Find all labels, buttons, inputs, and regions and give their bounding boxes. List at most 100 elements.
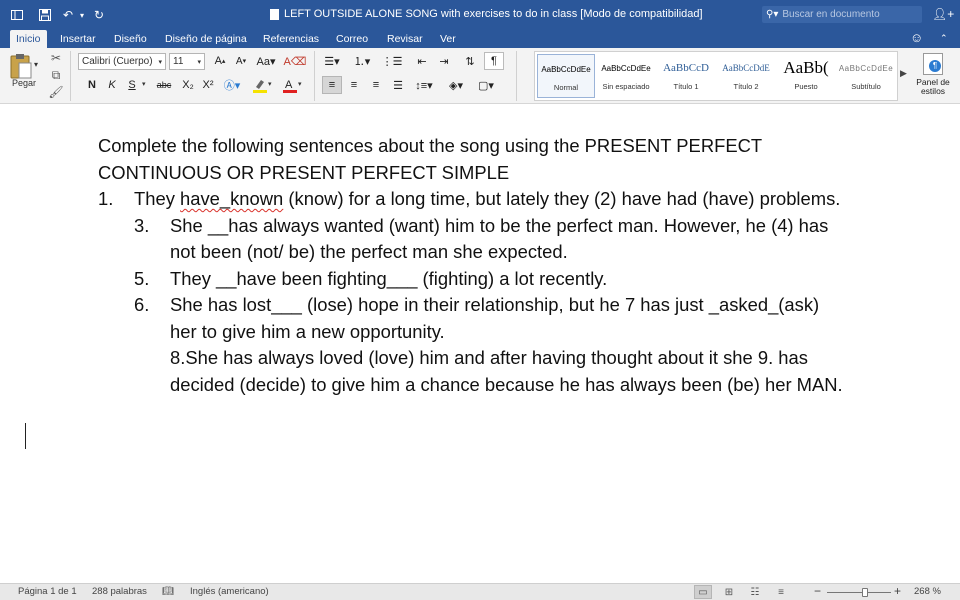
style-name: Subtítulo [851, 82, 881, 91]
font-name-select[interactable]: Calibri (Cuerpo) ▾ [78, 53, 166, 70]
save-icon[interactable] [38, 5, 52, 25]
language-indicator[interactable]: Inglés (americano) [190, 586, 269, 597]
increase-indent-icon[interactable]: ⇥ [434, 52, 454, 70]
highlight-color-icon[interactable] [250, 76, 270, 94]
list-item: 6. She has lost___ (lose) hope in their r… [98, 292, 918, 319]
clear-formatting-icon[interactable]: A⌫ [284, 52, 307, 70]
line-spacing-icon[interactable]: ↕≡▾ [414, 76, 434, 94]
shrink-font-icon[interactable]: A ▾ [231, 52, 251, 70]
superscript-button[interactable]: X² [198, 76, 218, 94]
font-name-value: Calibri (Cuerpo) [82, 56, 153, 67]
paste-label[interactable]: Pegar [8, 78, 40, 88]
justify-icon[interactable]: ☰ [388, 76, 408, 94]
borders-icon[interactable]: ▢▾ [476, 76, 496, 94]
undo-dropdown-icon[interactable]: ▾ [78, 5, 86, 25]
share-user-icon[interactable]: 👤︎+ [932, 7, 954, 21]
spelling-error-word[interactable]: have_known [180, 188, 283, 209]
document-canvas[interactable]: Complete the following sentences about t… [0, 105, 960, 582]
feedback-smiley-icon[interactable]: ☺ [910, 30, 923, 45]
word-count[interactable]: 288 palabras [92, 586, 147, 597]
sentence-text: She has lost___ (lose) hope in their rel… [170, 294, 820, 315]
document-icon [270, 8, 279, 20]
text-effects-icon[interactable]: Ⓐ▾ [222, 76, 242, 94]
shading-icon[interactable]: ◈▾ [446, 76, 466, 94]
page-count[interactable]: Página 1 de 1 [18, 586, 77, 597]
style-sin-espaciado[interactable]: AaBbCcDdEe Sin espaciado [597, 54, 655, 98]
align-right-icon[interactable]: ≡ [366, 76, 386, 94]
sentence-text: (know) for a long time, but lately they … [283, 188, 841, 209]
copy-icon[interactable]: ⧉ [48, 67, 64, 83]
styles-pane-label-2: estilos [920, 86, 946, 96]
paste-icon[interactable] [8, 52, 34, 80]
format-painter-icon[interactable]: 🖌︎ [48, 84, 64, 100]
document-body[interactable]: Complete the following sentences about t… [98, 133, 918, 398]
tab-correo[interactable]: Correo [330, 30, 374, 48]
highlight-dropdown-icon[interactable]: ▾ [268, 80, 272, 88]
font-color-icon[interactable]: A [280, 76, 300, 94]
bold-button[interactable]: N [82, 76, 102, 94]
zoom-in-button[interactable]: + [894, 584, 901, 598]
align-center-icon[interactable]: ≡ [344, 76, 364, 94]
ribbon-divider [314, 51, 315, 101]
style-titulo-2[interactable]: AaBbCcDdE Título 2 [717, 54, 775, 98]
print-layout-view-icon[interactable]: ▭ [694, 585, 712, 599]
style-sample: AaBbCcDdEe [541, 64, 591, 74]
zoom-slider-track[interactable] [827, 592, 891, 593]
zoom-slider-handle[interactable] [862, 588, 868, 597]
style-normal[interactable]: AaBbCcDdEe Normal [537, 54, 595, 98]
style-titulo-1[interactable]: AaBbCcD Título 1 [657, 54, 715, 98]
sentence-text: her to give him a new opportunity. [170, 320, 445, 342]
proofing-icon[interactable]: 📖︎ [162, 586, 174, 597]
numbering-icon[interactable]: ⒈▾ [352, 52, 372, 70]
undo-icon[interactable]: ↶ [60, 5, 76, 25]
tab-revisar[interactable]: Revisar [381, 30, 429, 48]
font-size-select[interactable]: 11 ▾ [169, 53, 205, 70]
style-sample: AaBbCcDdEe [838, 63, 894, 73]
show-paragraph-marks-icon[interactable]: ¶ [484, 52, 504, 70]
sentence-text: They [134, 188, 180, 209]
text-cursor [25, 423, 26, 449]
tab-diseno[interactable]: Diseño [108, 30, 153, 48]
styles-gallery-more-icon[interactable]: ▶ [900, 68, 907, 79]
search-box[interactable]: ⚲▾ [762, 6, 922, 23]
draft-view-icon[interactable]: ≡ [772, 585, 790, 599]
align-left-icon[interactable]: ≡ [322, 76, 342, 94]
outline-view-icon[interactable]: ☷ [746, 585, 764, 599]
zoom-out-button[interactable]: − [814, 584, 821, 598]
title-bar: ↶ ▾ ↻ LEFT OUTSIDE ALONE SONG with exerc… [0, 0, 960, 30]
subscript-button[interactable]: X₂ [178, 76, 198, 94]
styles-pane-button[interactable]: Panel de estilos [912, 53, 954, 101]
search-icon: ⚲▾ [766, 9, 779, 20]
cut-icon[interactable]: ✂ [48, 50, 64, 66]
change-case-icon[interactable]: Aa▾ [256, 52, 276, 70]
bullets-icon[interactable]: ☰▾ [322, 52, 342, 70]
web-layout-view-icon[interactable]: ⊞ [720, 585, 738, 599]
ribbon-divider [516, 51, 517, 101]
underline-dropdown-icon[interactable]: ▾ [142, 80, 146, 88]
list-number: 1. [98, 188, 114, 209]
sentence-text: decided (decide) to give him a chance be… [170, 373, 843, 395]
svg-text:A: A [285, 79, 293, 91]
tab-referencias[interactable]: Referencias [257, 30, 325, 48]
chevron-down-icon: ▾ [158, 58, 162, 66]
strikethrough-button[interactable]: abc [152, 76, 176, 94]
tab-insertar[interactable]: Insertar [54, 30, 102, 48]
italic-button[interactable]: K [102, 76, 122, 94]
collapse-ribbon-icon[interactable]: ⌃ [940, 33, 948, 44]
tab-diseno-de-pagina[interactable]: Diseño de página [159, 30, 253, 48]
sidebar-toggle-icon[interactable] [10, 5, 24, 25]
tab-ver[interactable]: Ver [434, 30, 462, 48]
decrease-indent-icon[interactable]: ⇤ [412, 52, 432, 70]
tab-inicio[interactable]: Inicio [10, 30, 47, 48]
search-input[interactable] [782, 9, 913, 20]
paste-dropdown-icon[interactable]: ▾ [34, 60, 38, 69]
zoom-level[interactable]: 268 % [914, 586, 941, 597]
underline-button[interactable]: S [122, 76, 142, 94]
multilevel-list-icon[interactable]: ⋮☰ [382, 52, 403, 70]
style-puesto[interactable]: AaBb( Puesto [777, 54, 835, 98]
redo-icon[interactable]: ↻ [92, 5, 106, 25]
sort-icon[interactable]: ⇅ [460, 52, 480, 70]
style-subtitulo[interactable]: AaBbCcDdEe Subtítulo [837, 54, 895, 98]
grow-font-icon[interactable]: A ▴ [210, 52, 230, 70]
font-color-dropdown-icon[interactable]: ▾ [298, 80, 302, 88]
